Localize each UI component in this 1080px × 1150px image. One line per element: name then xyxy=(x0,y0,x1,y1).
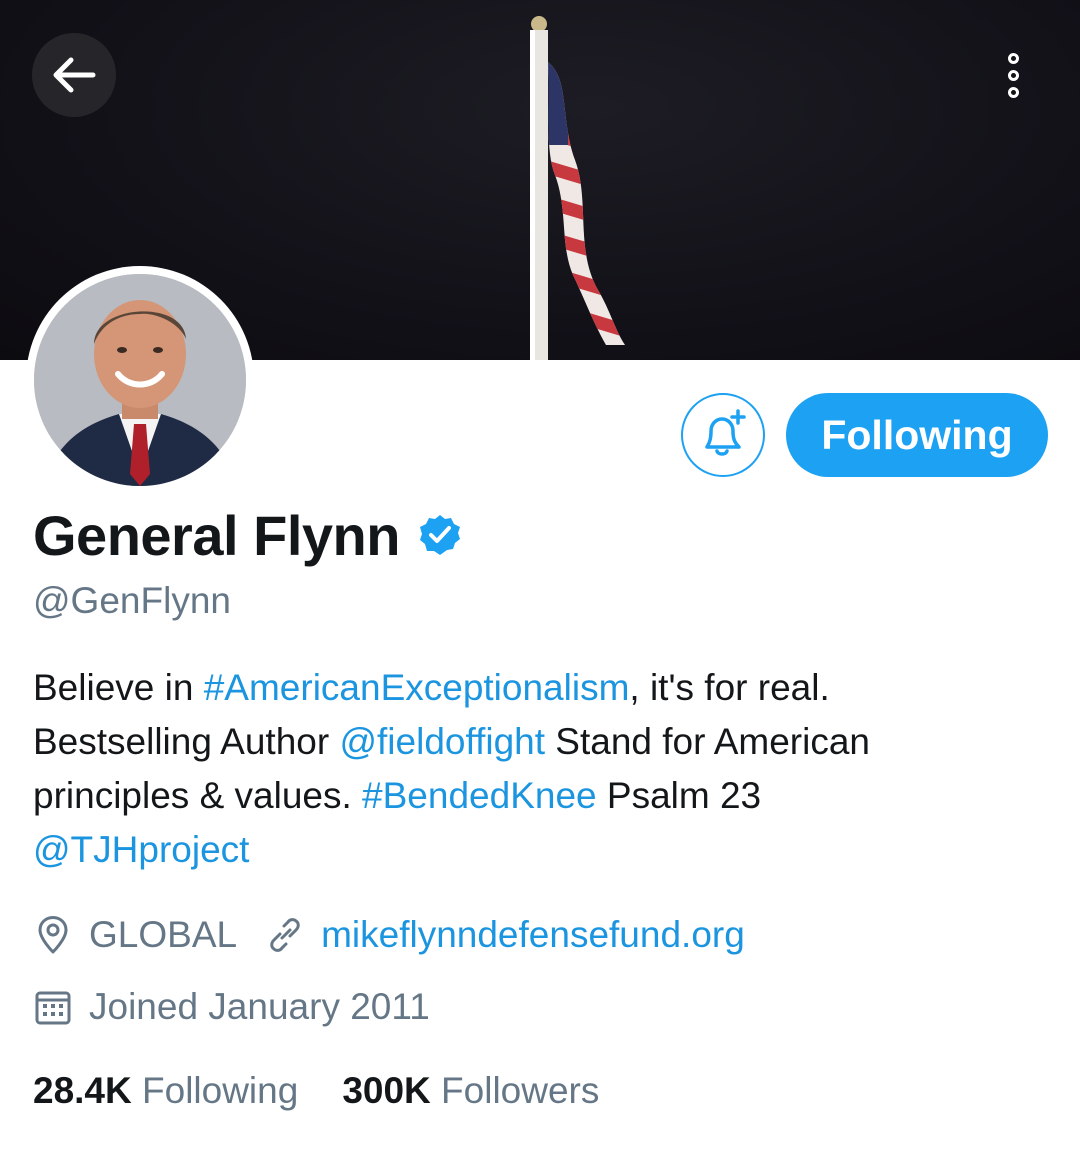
mention-link[interactable]: @TJHproject xyxy=(33,829,249,870)
more-vertical-icon xyxy=(1007,52,1019,64)
back-button[interactable] xyxy=(32,33,116,117)
joined-date: Joined January 2011 xyxy=(89,986,430,1027)
notifications-button[interactable] xyxy=(681,393,765,477)
calendar-icon xyxy=(33,987,73,1027)
arrow-left-icon xyxy=(53,57,96,93)
user-handle: @GenFlynn xyxy=(33,580,231,621)
hashtag-link[interactable]: #AmericanExceptionalism xyxy=(204,667,630,708)
link-icon xyxy=(265,915,305,955)
mention-link[interactable]: @fieldoffight xyxy=(339,721,545,762)
display-name: General Flynn xyxy=(33,503,400,567)
avatar[interactable] xyxy=(26,266,254,494)
website-link[interactable]: mikeflynndefensefund.org xyxy=(321,914,745,956)
profile-bio: Believe in #AmericanExceptionalism, it's… xyxy=(33,667,870,870)
following-count-link[interactable]: 28.4K Following xyxy=(33,1070,298,1112)
more-options-button[interactable] xyxy=(977,33,1049,117)
following-button[interactable]: Following xyxy=(786,393,1048,477)
verified-badge-icon xyxy=(419,515,460,555)
follow-stats: 28.4K Following 300K Followers xyxy=(33,1070,599,1112)
profile-meta-location: GLOBAL mikeflynndefensefund.org xyxy=(33,914,745,956)
hashtag-link[interactable]: #BendedKnee xyxy=(362,775,597,816)
profile-meta-joined: Joined January 2011 xyxy=(33,986,430,1028)
location-pin-icon xyxy=(33,915,73,955)
name-row: General Flynn xyxy=(33,500,462,570)
avatar-photo xyxy=(34,274,246,486)
location-text: GLOBAL xyxy=(89,914,238,955)
followers-count-link[interactable]: 300K Followers xyxy=(342,1070,599,1112)
bell-plus-icon xyxy=(705,409,746,456)
